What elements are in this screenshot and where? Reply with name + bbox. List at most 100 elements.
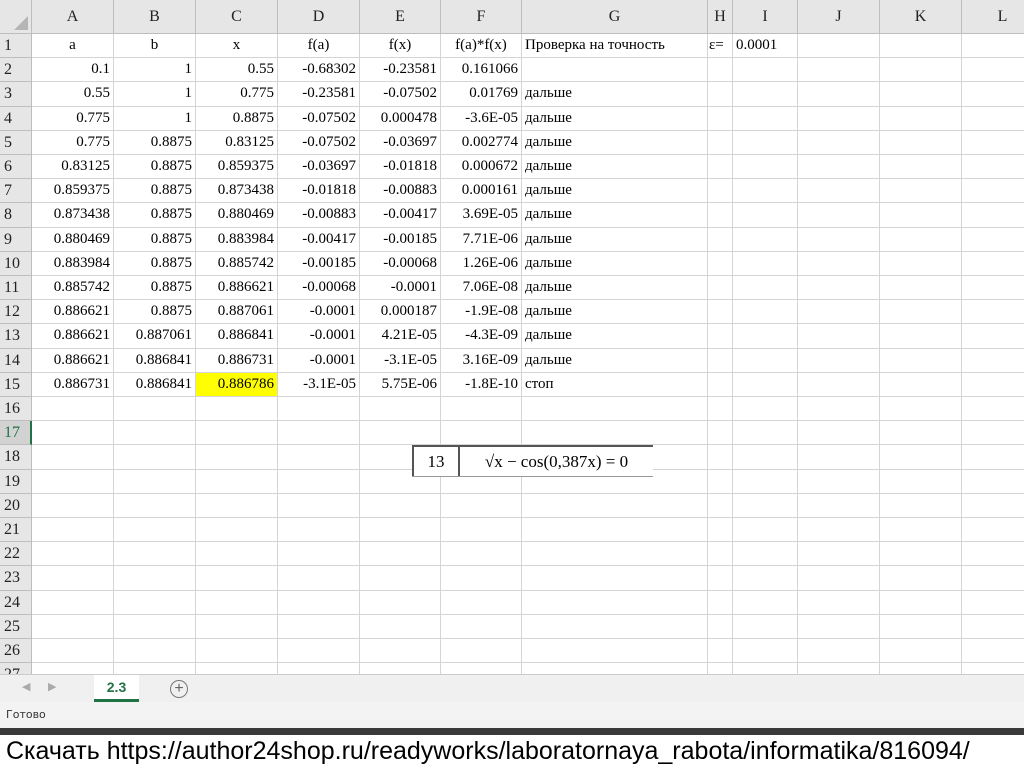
cell-A21[interactable] xyxy=(32,518,114,542)
row-header-24[interactable]: 24 xyxy=(0,591,32,615)
cell-L18[interactable] xyxy=(962,445,1024,470)
cell-H26[interactable] xyxy=(708,639,733,663)
cell-D21[interactable] xyxy=(278,518,360,542)
cell-C16[interactable] xyxy=(196,397,278,421)
cell-K19[interactable] xyxy=(880,470,962,494)
cell-L21[interactable] xyxy=(962,518,1024,542)
cell-G16[interactable] xyxy=(522,397,708,421)
cell-K10[interactable] xyxy=(880,252,962,276)
cell-B21[interactable] xyxy=(114,518,196,542)
cell-D11[interactable]: -0.00068 xyxy=(278,276,360,300)
cell-L1[interactable] xyxy=(962,34,1024,58)
cell-E17[interactable] xyxy=(360,421,441,445)
cell-H3[interactable] xyxy=(708,82,733,107)
cell-I12[interactable] xyxy=(733,300,798,324)
column-header-G[interactable]: G xyxy=(522,0,708,34)
cell-H24[interactable] xyxy=(708,591,733,615)
cell-H11[interactable] xyxy=(708,276,733,300)
cell-J24[interactable] xyxy=(798,591,880,615)
row-header-1[interactable]: 1 xyxy=(0,34,32,58)
row-header-5[interactable]: 5 xyxy=(0,131,32,155)
cell-A11[interactable]: 0.885742 xyxy=(32,276,114,300)
row-header-17[interactable]: 17 xyxy=(0,421,32,445)
cell-E8[interactable]: -0.00417 xyxy=(360,203,441,228)
cell-C17[interactable] xyxy=(196,421,278,445)
cell-D17[interactable] xyxy=(278,421,360,445)
column-header-C[interactable]: C xyxy=(196,0,278,34)
cell-D2[interactable]: -0.68302 xyxy=(278,58,360,82)
cell-G7[interactable]: дальше xyxy=(522,179,708,203)
cell-K20[interactable] xyxy=(880,494,962,518)
cell-E6[interactable]: -0.01818 xyxy=(360,155,441,179)
cell-B7[interactable]: 0.8875 xyxy=(114,179,196,203)
cell-H27[interactable] xyxy=(708,663,733,674)
cell-G25[interactable] xyxy=(522,615,708,639)
select-all-corner[interactable] xyxy=(0,0,32,34)
cell-D5[interactable]: -0.07502 xyxy=(278,131,360,155)
cell-B23[interactable] xyxy=(114,566,196,591)
cell-C18[interactable] xyxy=(196,445,278,470)
cell-J19[interactable] xyxy=(798,470,880,494)
cell-L3[interactable] xyxy=(962,82,1024,107)
row-header-8[interactable]: 8 xyxy=(0,203,32,228)
cell-C10[interactable]: 0.885742 xyxy=(196,252,278,276)
cell-E5[interactable]: -0.03697 xyxy=(360,131,441,155)
cell-L7[interactable] xyxy=(962,179,1024,203)
cell-D16[interactable] xyxy=(278,397,360,421)
cell-B19[interactable] xyxy=(114,470,196,494)
cell-I13[interactable] xyxy=(733,324,798,349)
cell-K14[interactable] xyxy=(880,349,962,373)
cell-C15[interactable]: 0.886786 xyxy=(196,373,278,397)
cell-C24[interactable] xyxy=(196,591,278,615)
cell-B17[interactable] xyxy=(114,421,196,445)
cell-F22[interactable] xyxy=(441,542,522,566)
cell-A2[interactable]: 0.1 xyxy=(32,58,114,82)
cell-E2[interactable]: -0.23581 xyxy=(360,58,441,82)
cell-B12[interactable]: 0.8875 xyxy=(114,300,196,324)
cell-A14[interactable]: 0.886621 xyxy=(32,349,114,373)
cell-F3[interactable]: 0.01769 xyxy=(441,82,522,107)
cell-A9[interactable]: 0.880469 xyxy=(32,228,114,252)
cell-C12[interactable]: 0.887061 xyxy=(196,300,278,324)
spreadsheet-grid[interactable]: A B C D E F G H I J K L 1 a b x f(a) f(x) f(a)*f(x) Проверк… xyxy=(0,0,1024,674)
cell-L13[interactable] xyxy=(962,324,1024,349)
cell-I22[interactable] xyxy=(733,542,798,566)
cell-H12[interactable] xyxy=(708,300,733,324)
cell-H2[interactable] xyxy=(708,58,733,82)
cell-H10[interactable] xyxy=(708,252,733,276)
cell-H16[interactable] xyxy=(708,397,733,421)
cell-A18[interactable] xyxy=(32,445,114,470)
cell-L4[interactable] xyxy=(962,107,1024,131)
cell-D13[interactable]: -0.0001 xyxy=(278,324,360,349)
cell-K8[interactable] xyxy=(880,203,962,228)
cell-B27[interactable] xyxy=(114,663,196,674)
cell-E25[interactable] xyxy=(360,615,441,639)
cell-B14[interactable]: 0.886841 xyxy=(114,349,196,373)
cell-A5[interactable]: 0.775 xyxy=(32,131,114,155)
cell-A6[interactable]: 0.83125 xyxy=(32,155,114,179)
cell-E10[interactable]: -0.00068 xyxy=(360,252,441,276)
cell-I17[interactable] xyxy=(733,421,798,445)
cell-C7[interactable]: 0.873438 xyxy=(196,179,278,203)
cell-J2[interactable] xyxy=(798,58,880,82)
cell-K16[interactable] xyxy=(880,397,962,421)
cell-G24[interactable] xyxy=(522,591,708,615)
cell-E24[interactable] xyxy=(360,591,441,615)
cell-F1[interactable]: f(a)*f(x) xyxy=(441,34,522,58)
cell-H20[interactable] xyxy=(708,494,733,518)
cell-E21[interactable] xyxy=(360,518,441,542)
cell-J11[interactable] xyxy=(798,276,880,300)
cell-I10[interactable] xyxy=(733,252,798,276)
cell-G14[interactable]: дальше xyxy=(522,349,708,373)
column-header-L[interactable]: L xyxy=(962,0,1024,34)
column-header-B[interactable]: B xyxy=(114,0,196,34)
row-header-19[interactable]: 19 xyxy=(0,470,32,494)
cell-A3[interactable]: 0.55 xyxy=(32,82,114,107)
cell-D19[interactable] xyxy=(278,470,360,494)
row-header-23[interactable]: 23 xyxy=(0,566,32,591)
cell-L5[interactable] xyxy=(962,131,1024,155)
cell-D6[interactable]: -0.03697 xyxy=(278,155,360,179)
cell-J23[interactable] xyxy=(798,566,880,591)
cell-G20[interactable] xyxy=(522,494,708,518)
cell-F10[interactable]: 1.26E-06 xyxy=(441,252,522,276)
